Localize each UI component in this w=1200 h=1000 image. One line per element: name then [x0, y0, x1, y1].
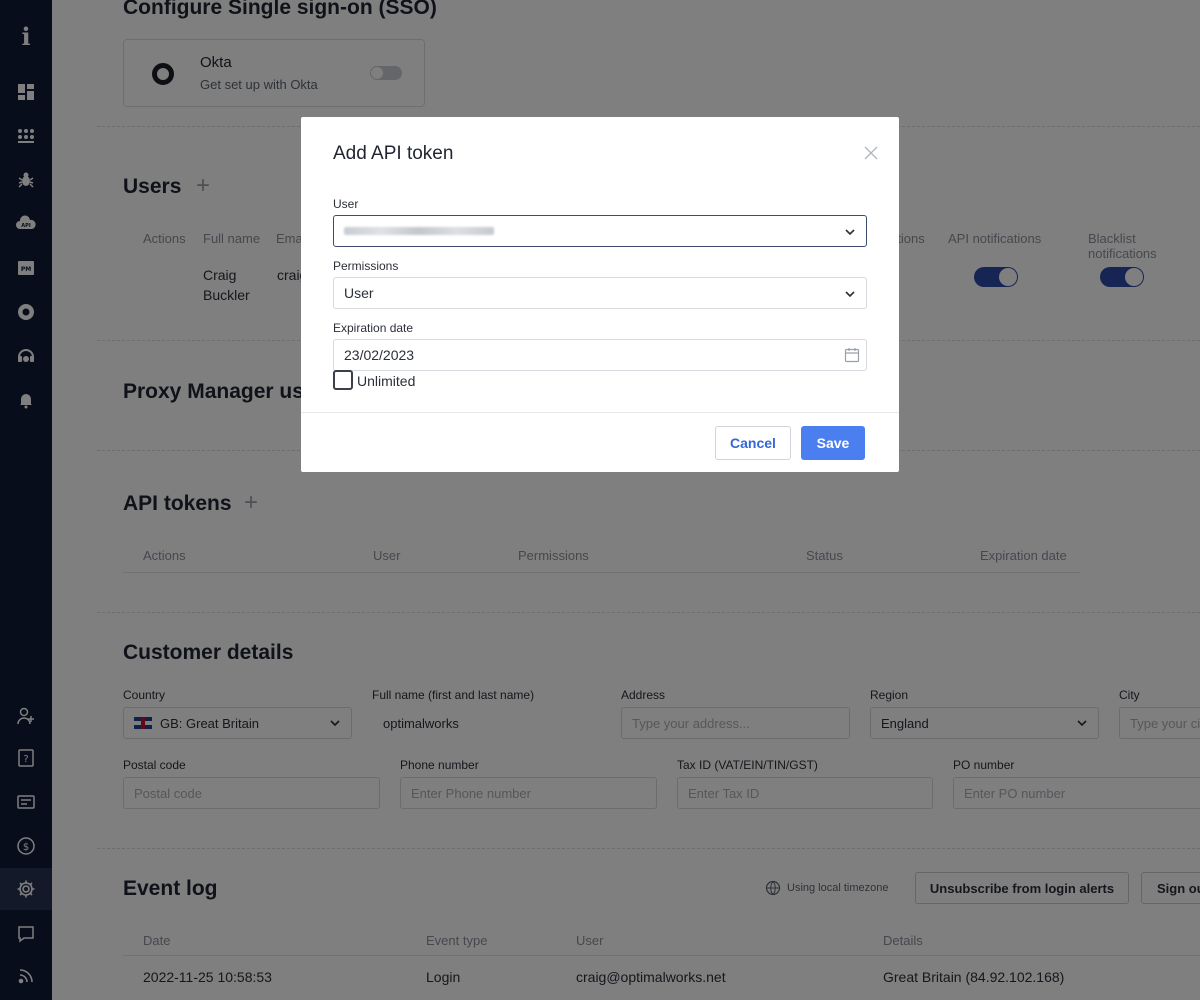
add-api-token-dialog: Add API token User Permissions User Expi… — [301, 117, 899, 472]
unlimited-checkbox[interactable] — [333, 370, 353, 390]
user-value-redacted — [344, 227, 494, 235]
dialog-title: Add API token — [333, 143, 454, 164]
permissions-value: User — [344, 285, 374, 301]
cancel-button[interactable]: Cancel — [715, 426, 791, 460]
permissions-label: Permissions — [333, 259, 399, 273]
expiration-date-input[interactable]: 23/02/2023 — [333, 339, 867, 371]
user-select[interactable] — [333, 215, 867, 247]
unlimited-label[interactable]: Unlimited — [357, 373, 415, 389]
permissions-select[interactable]: User — [333, 277, 867, 309]
chevron-down-icon — [845, 291, 855, 298]
save-button[interactable]: Save — [801, 426, 865, 460]
expiration-label: Expiration date — [333, 321, 414, 335]
expiration-value: 23/02/2023 — [344, 347, 415, 363]
calendar-icon[interactable] — [844, 347, 860, 363]
user-label: User — [333, 197, 359, 211]
dialog-divider — [301, 412, 899, 413]
chevron-down-icon — [845, 229, 855, 236]
close-icon[interactable] — [863, 145, 879, 161]
